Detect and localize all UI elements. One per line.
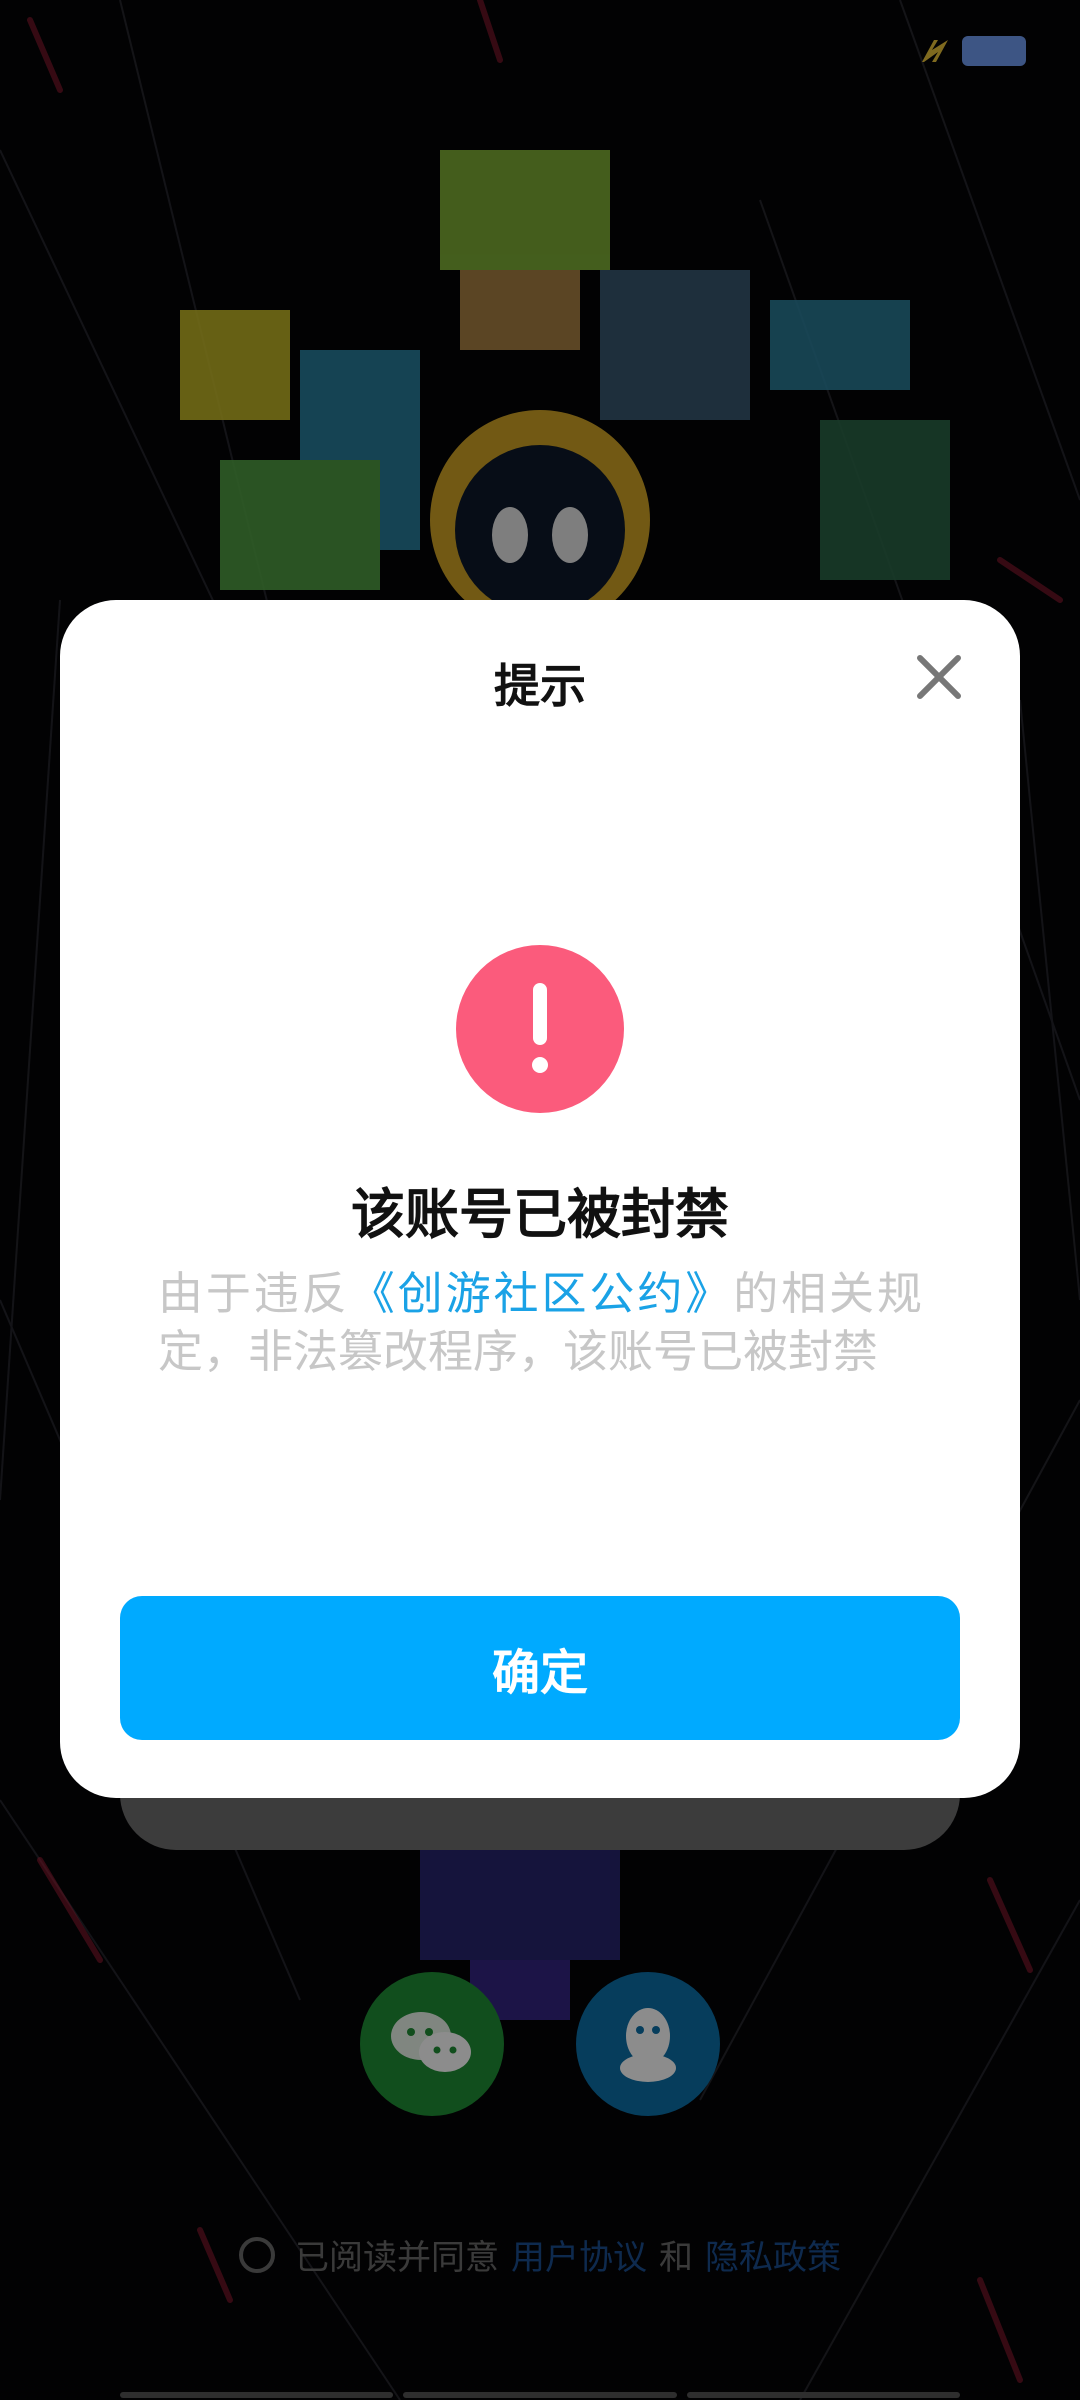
ban-dialog: 提示 该账号已被封禁 由于违反《创游社区公约》的相关规定，非法篡改程序，该账号已… [60, 600, 1020, 1798]
exclamation-icon [532, 983, 548, 1073]
login-screen: 已阅读并同意 用户协议 和 隐私政策 提示 该账号已被封禁 由于违反《创游社区公… [0, 0, 1080, 2400]
ban-heading: 该账号已被封禁 [351, 1183, 729, 1246]
message-prefix: 由于违反 [158, 1267, 350, 1320]
alert-badge [456, 945, 624, 1113]
close-icon [917, 655, 961, 699]
community-rules-link[interactable]: 《创游社区公约》 [350, 1267, 733, 1320]
close-button[interactable] [912, 650, 966, 704]
confirm-button[interactable]: 确定 [120, 1596, 960, 1740]
dialog-title: 提示 [494, 659, 586, 713]
ban-message: 由于违反《创游社区公约》的相关规定，非法篡改程序，该账号已被封禁 [158, 1265, 922, 1381]
